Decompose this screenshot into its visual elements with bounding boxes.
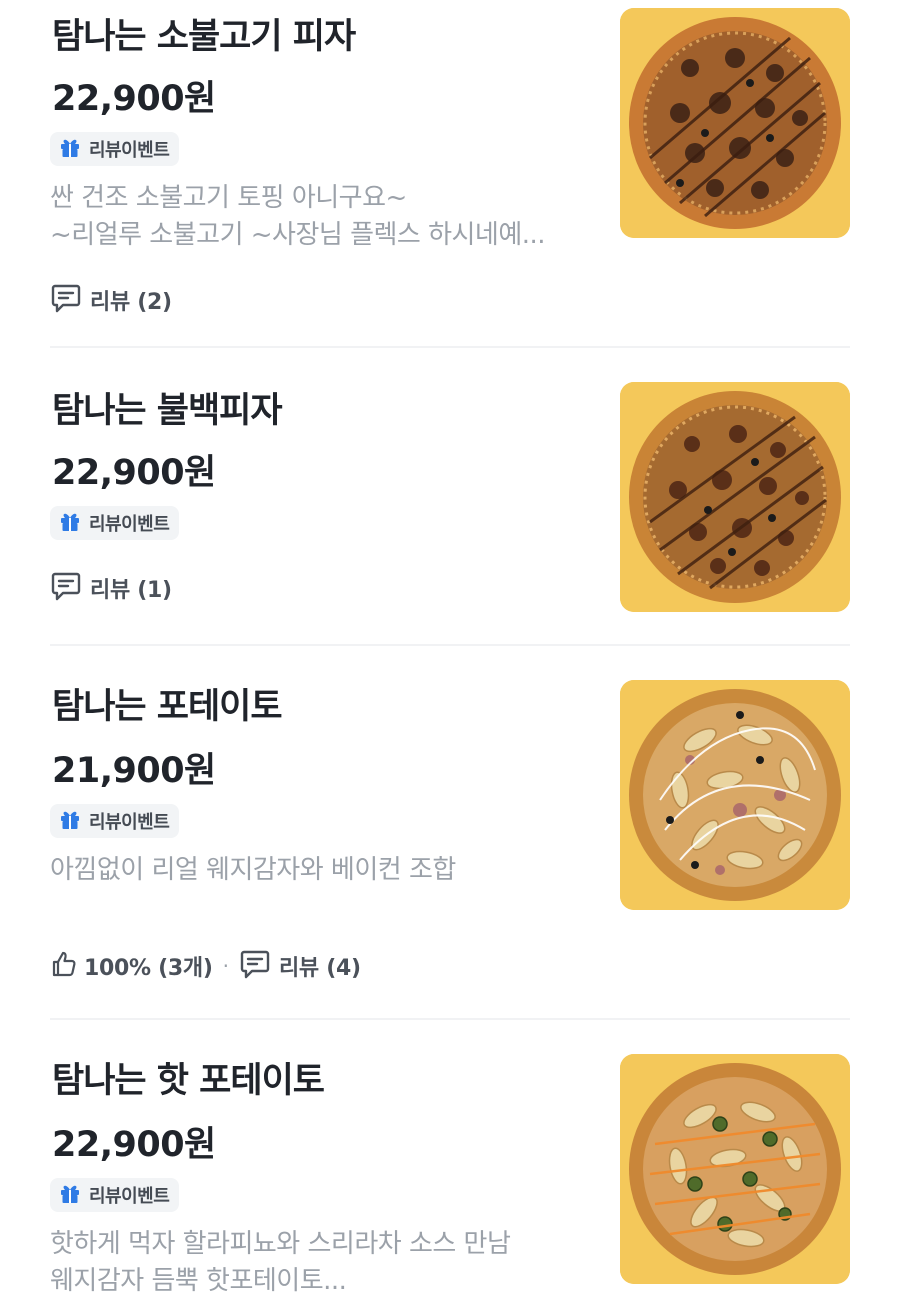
item-description-line: ~리얼루 소불고기 ~사장님 플렉스 하시네예... [50, 220, 546, 250]
item-title: 탐나는 불백피자 [52, 391, 283, 431]
review-link[interactable]: 리뷰 (2) [50, 282, 172, 318]
gift-icon [59, 1182, 81, 1208]
item-price: 22,900원 [52, 453, 216, 493]
item-title: 탐나는 핫 포테이토 [52, 1061, 325, 1101]
review-event-badge: 리뷰이벤트 [50, 506, 180, 540]
pizza-hot-potato-photo [620, 1054, 850, 1284]
menu-item-bulgogi-pizza[interactable]: 탐나는 소불고기 피자 22,900원 리뷰이벤트 싼 건조 소불고기 토핑 아… [0, 0, 900, 348]
review-count: 리뷰 (4) [278, 956, 361, 981]
item-price: 21,900원 [52, 751, 216, 791]
menu-item-hot-potato-pizza[interactable]: 탐나는 핫 포테이토 22,900원 리뷰이벤트 핫하게 먹자 할라피뇨와 스리… [0, 1020, 900, 1314]
item-description-line: 핫하게 먹자 할라피뇨와 스리라차 소스 만남 [50, 1229, 511, 1259]
thumbs-up-icon [50, 950, 78, 982]
comment-icon [50, 282, 82, 318]
pizza-bulgogi-photo [620, 8, 850, 238]
comment-icon [50, 570, 82, 606]
badge-label: 리뷰이벤트 [89, 514, 170, 535]
pizza-potato-photo [620, 680, 850, 910]
review-count: 리뷰 (1) [90, 578, 172, 603]
review-link[interactable]: 리뷰 (1) [50, 570, 172, 606]
review-event-badge: 리뷰이벤트 [50, 804, 180, 838]
item-description-line: 싼 건조 소불고기 토핑 아니구요~ [50, 183, 407, 213]
item-price: 22,900원 [52, 79, 216, 119]
item-meta-row: 100% (3개) · 리뷰 (4) [50, 948, 361, 984]
review-event-badge: 리뷰이벤트 [50, 1178, 180, 1212]
item-description-line: 웨지감자 듬뿍 핫포테이토... [50, 1266, 347, 1296]
review-event-badge: 리뷰이벤트 [50, 132, 180, 166]
review-count: 리뷰 (2) [90, 290, 172, 315]
pizza-bulbaek-photo [620, 382, 850, 612]
menu-item-bulbaek-pizza[interactable]: 탐나는 불백피자 22,900원 리뷰이벤트 리뷰 (1) [0, 348, 900, 644]
comment-icon [239, 948, 271, 984]
gift-icon [59, 510, 81, 536]
menu-item-potato-pizza[interactable]: 탐나는 포테이토 21,900원 리뷰이벤트 아낌없이 리얼 웨지감자와 베이컨… [0, 646, 900, 1020]
review-link[interactable]: 리뷰 (4) [239, 948, 361, 984]
item-title: 탐나는 포테이토 [52, 687, 283, 727]
badge-label: 리뷰이벤트 [89, 140, 170, 161]
badge-label: 리뷰이벤트 [89, 812, 170, 833]
item-description-line: 아낌없이 리얼 웨지감자와 베이컨 조합 [50, 855, 456, 885]
like-rate: 100% (3개) [84, 956, 213, 981]
gift-icon [59, 808, 81, 834]
item-price: 22,900원 [52, 1125, 216, 1165]
gift-icon [59, 136, 81, 162]
badge-label: 리뷰이벤트 [89, 1186, 170, 1207]
item-title: 탐나는 소불고기 피자 [52, 17, 356, 57]
meta-separator: · [222, 954, 229, 978]
